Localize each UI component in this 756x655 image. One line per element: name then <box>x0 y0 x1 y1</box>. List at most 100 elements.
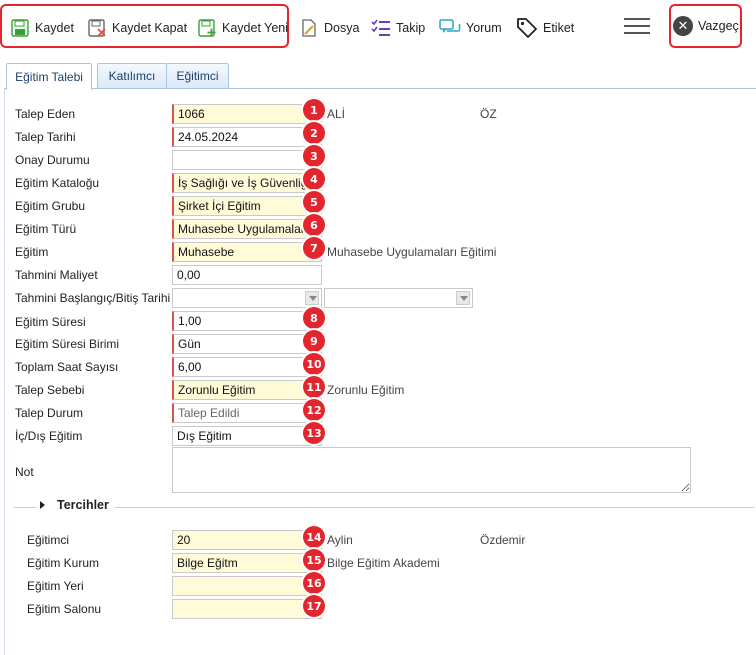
tab-label: Eğitim Talebi <box>15 70 83 84</box>
tab-egitim-talebi[interactable]: Eğitim Talebi <box>6 63 92 90</box>
save-close-button[interactable]: Kaydet Kapat <box>87 12 187 44</box>
step-badge: 10 <box>303 353 325 375</box>
caret-right-icon <box>40 501 45 509</box>
step-badge: 3 <box>303 145 325 167</box>
comment-button[interactable]: Yorum <box>439 12 502 44</box>
tercihler-section: Tercihler <box>14 498 754 516</box>
not-label: Not <box>15 465 34 479</box>
egitimci-first-name: Aylin <box>327 533 353 547</box>
file-button[interactable]: Dosya <box>299 12 359 44</box>
tab-divider <box>4 88 756 89</box>
egitim-katalogu-label: Eğitim Kataloğu <box>15 176 100 190</box>
salonu-label: Eğitim Salonu <box>27 602 102 616</box>
talep-tarihi-field[interactable]: 24.05.2024 <box>172 127 322 147</box>
step-badge: 11 <box>303 376 325 398</box>
step-badge: 5 <box>303 191 325 213</box>
save-new-label: Kaydet Yeni <box>222 21 289 35</box>
talep-durum-field[interactable]: Talep Edildi <box>172 403 322 423</box>
egitim-label: Eğitim <box>15 245 49 259</box>
tahmini-maliyet-field[interactable]: 0,00 <box>172 265 322 285</box>
tahmini-maliyet-label: Tahmini Maliyet <box>15 268 98 282</box>
kurum-field[interactable]: Bilge Eğitm <box>172 553 322 573</box>
egitim-description: Muhasebe Uygulamaları Eğitimi <box>327 245 497 259</box>
save-new-button[interactable]: Kaydet Yeni <box>197 12 288 44</box>
egitim-grubu-label: Eğitim Grubu <box>15 199 86 213</box>
egitim-turu-field[interactable]: Muhasebe Uygulamaları <box>172 219 322 239</box>
step-badge: 16 <box>303 572 325 594</box>
ic-dis-field[interactable]: Dış Eğitim <box>172 426 322 446</box>
step-badge: 15 <box>303 549 325 571</box>
step-badge: 13 <box>303 422 325 444</box>
egitim-field[interactable]: Muhasebe <box>172 242 322 262</box>
egitimci-last-name: Özdemir <box>480 533 526 547</box>
sure-birimi-field[interactable]: Gün <box>172 334 322 354</box>
talep-sebebi-field[interactable]: Zorunlu Eğitim <box>172 380 322 400</box>
cancel-button[interactable]: ✕ Vazgeç <box>669 4 742 48</box>
step-badge: 8 <box>303 307 325 329</box>
kurum-description: Bilge Eğitim Akademi <box>327 556 440 570</box>
close-icon: ✕ <box>673 16 693 36</box>
tarih-araligi-label: Tahmini Başlangıç/Bitiş Tarihi <box>15 291 171 305</box>
tag-label: Etiket <box>543 21 575 35</box>
tag-icon <box>517 18 537 38</box>
follow-label: Takip <box>396 21 426 35</box>
talep-eden-field[interactable]: 1066 <box>172 104 322 124</box>
not-textarea[interactable] <box>172 447 691 493</box>
chevron-down-icon <box>305 291 319 305</box>
step-badge: 17 <box>303 595 325 617</box>
egitimci-field[interactable]: 20 <box>172 530 322 550</box>
save-label: Kaydet <box>35 21 74 35</box>
talep-durum-label: Talep Durum <box>15 406 84 420</box>
onay-durumu-field[interactable] <box>172 150 322 170</box>
toplam-saat-field[interactable]: 6,00 <box>172 357 322 377</box>
talep-eden-first-name: ALİ <box>327 107 346 121</box>
save-close-icon <box>88 19 106 37</box>
yeri-field[interactable] <box>172 576 322 596</box>
onay-durumu-label: Onay Durumu <box>15 153 90 167</box>
checklist-icon <box>371 19 390 36</box>
toplam-saat-label: Toplam Saat Sayısı <box>15 360 119 374</box>
yeri-label: Eğitim Yeri <box>27 579 84 593</box>
tercihler-toggle[interactable]: Tercihler <box>36 498 115 512</box>
step-badge: 1 <box>303 99 325 121</box>
step-badge: 9 <box>303 330 325 352</box>
step-badge: 14 <box>303 526 325 548</box>
salonu-field[interactable] <box>172 599 322 619</box>
talep-tarihi-label: Talep Tarihi <box>15 130 76 144</box>
comment-icon <box>439 19 461 33</box>
step-badge: 7 <box>303 237 325 259</box>
follow-button[interactable]: Takip <box>371 12 425 44</box>
tab-egitimci[interactable]: Eğitimci <box>166 63 229 88</box>
toolbar: Kaydet Kaydet Kapat Kaydet Yeni Dosya Ta… <box>0 0 756 56</box>
tab-label: Katılımcı <box>108 69 156 83</box>
egitim-suresi-label: Eğitim Süresi <box>15 315 86 329</box>
tab-label: Eğitimci <box>176 69 219 83</box>
section-divider <box>14 507 754 508</box>
file-label: Dosya <box>324 21 360 35</box>
egitim-turu-label: Eğitim Türü <box>15 222 77 236</box>
talep-eden-label: Talep Eden <box>15 107 76 121</box>
egitim-suresi-field[interactable]: 1,00 <box>172 311 322 331</box>
tag-button[interactable]: Etiket <box>516 12 574 44</box>
bitis-tarihi-select[interactable] <box>324 288 473 308</box>
egitim-katalogu-field[interactable]: İş Sağlığı ve İş Güvenliği <box>172 173 322 193</box>
egitim-grubu-field[interactable]: Şirket İçi Eğitim <box>172 196 322 216</box>
save-button[interactable]: Kaydet <box>10 12 74 44</box>
chevron-down-icon <box>456 291 470 305</box>
kurum-label: Eğitim Kurum <box>27 556 100 570</box>
sure-birimi-label: Eğitim Süresi Birimi <box>15 337 120 351</box>
egitimci-label: Eğitimci <box>27 533 70 547</box>
tab-katilimci[interactable]: Katılımcı <box>97 63 167 88</box>
step-badge: 12 <box>303 399 325 421</box>
cancel-label: Vazgeç <box>698 19 739 33</box>
baslangic-tarihi-select[interactable] <box>172 288 322 308</box>
hamburger-menu-icon[interactable] <box>624 18 650 38</box>
save-new-icon <box>198 19 216 37</box>
save-icon <box>11 19 29 37</box>
step-badge: 2 <box>303 122 325 144</box>
step-badge: 4 <box>303 168 325 190</box>
ic-dis-label: İç/Dış Eğitim <box>15 429 83 443</box>
talep-sebebi-description: Zorunlu Eğitim <box>327 383 405 397</box>
tercihler-title: Tercihler <box>57 498 109 512</box>
talep-eden-last-name: ÖZ <box>480 107 497 121</box>
